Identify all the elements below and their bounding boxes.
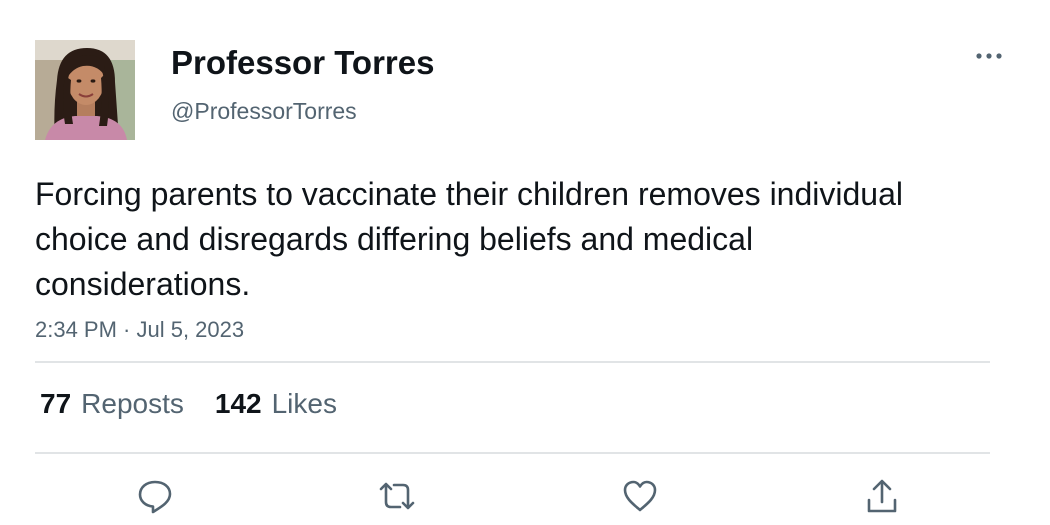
repost-button[interactable]	[375, 474, 419, 518]
tweet-card: Professor Torres @ProfessorTorres Forcin…	[0, 0, 1050, 525]
reply-icon	[138, 480, 172, 514]
likes-stat[interactable]: 142 Likes	[215, 386, 337, 422]
engagement-stats: 77 Reposts 142 Likes	[40, 386, 337, 422]
share-button[interactable]	[860, 474, 904, 518]
share-icon	[867, 479, 897, 513]
reply-button[interactable]	[133, 474, 177, 518]
repost-icon	[379, 482, 415, 510]
more-horizontal-icon	[976, 53, 1002, 59]
more-options-button[interactable]	[970, 44, 1008, 68]
display-name[interactable]: Professor Torres	[171, 44, 434, 82]
divider	[35, 361, 990, 363]
user-handle[interactable]: @ProfessorTorres	[171, 97, 357, 125]
reposts-label: Reposts	[81, 388, 184, 419]
likes-label: Likes	[271, 388, 337, 419]
like-button[interactable]	[618, 474, 662, 518]
divider	[35, 452, 990, 454]
tweet-timestamp[interactable]: 2:34 PM · Jul 5, 2023	[35, 316, 244, 344]
avatar[interactable]	[35, 40, 135, 140]
reposts-stat[interactable]: 77 Reposts	[40, 386, 184, 422]
heart-icon	[623, 480, 657, 512]
likes-count: 142	[214, 388, 262, 419]
avatar-photo	[35, 40, 135, 140]
reposts-count: 77	[40, 388, 72, 419]
tweet-text: Forcing parents to vaccinate their child…	[35, 176, 903, 302]
